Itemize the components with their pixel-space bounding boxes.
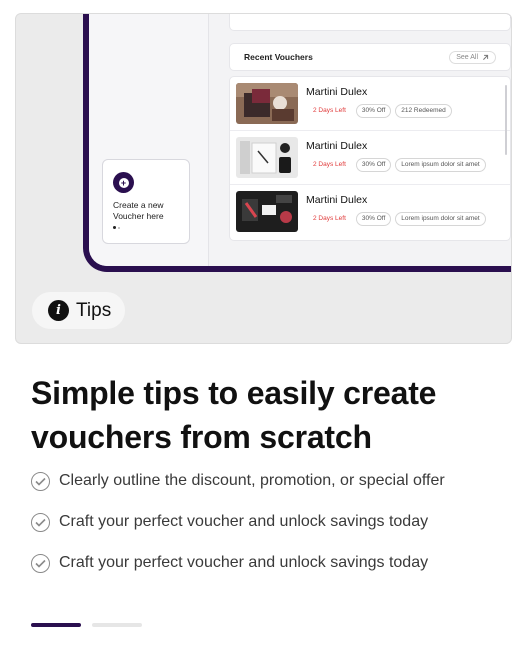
voucher-tags: 2 Days Left 30% Off Lorem ipsum dolor si… (306, 158, 486, 172)
info-icon: i (48, 300, 69, 321)
create-voucher-card[interactable]: + Create a new Voucher here (102, 159, 190, 244)
arrow-up-right-icon (483, 54, 489, 60)
tips-badge: i Tips (32, 292, 126, 329)
info-badge: Lorem ipsum dolor sit amet (395, 212, 486, 226)
list-item-text: Craft your perfect voucher and unlock sa… (59, 513, 429, 530)
voucher-row[interactable]: Martini Dulex 2 Days Left 30% Off 212 Re… (230, 77, 510, 155)
check-circle-icon (31, 471, 50, 491)
list-item: Craft your perfect voucher and unlock sa… (31, 551, 445, 575)
voucher-thumbnail (236, 83, 298, 124)
device-screen: + Create a new Voucher here Recent Vouch… (89, 14, 511, 266)
info-badge: Lorem ipsum dolor sit amet (395, 158, 486, 172)
create-card-dots (113, 226, 179, 229)
expiry-badge: 2 Days Left (313, 215, 346, 222)
voucher-thumbnail (236, 137, 298, 178)
check-circle-icon (31, 512, 50, 532)
top-panel (229, 14, 511, 31)
voucher-name: Martini Dulex (306, 194, 368, 206)
recent-vouchers-title: Recent Vouchers (244, 52, 313, 62)
voucher-tags: 2 Days Left 30% Off 212 Redeemed (306, 104, 452, 118)
see-all-button[interactable]: See All (449, 50, 496, 64)
voucher-name: Martini Dulex (306, 86, 368, 98)
list-item: Clearly outline the discount, promotion,… (31, 469, 445, 493)
expiry-badge: 2 Days Left (313, 161, 346, 168)
check-circle-icon (31, 553, 50, 573)
list-item-text: Clearly outline the discount, promotion,… (59, 472, 445, 489)
carousel-pager (31, 623, 142, 627)
hero-illustration: + Create a new Voucher here Recent Vouch… (15, 13, 512, 344)
info-badge: 212 Redeemed (395, 104, 452, 118)
voucher-tags: 2 Days Left 30% Off Lorem ipsum dolor si… (306, 212, 486, 226)
expiry-badge: 2 Days Left (313, 107, 346, 114)
tips-list: Clearly outline the discount, promotion,… (31, 469, 445, 592)
discount-badge: 30% Off (355, 212, 392, 226)
page-title: Simple tips to easily create vouchers fr… (31, 375, 437, 455)
voucher-row[interactable]: Martini Dulex 2 Days Left 30% Off Lorem … (230, 185, 510, 239)
see-all-label: See All (456, 53, 478, 61)
discount-badge: 30% Off (355, 158, 392, 172)
voucher-list: Martini Dulex 2 Days Left 30% Off 212 Re… (229, 76, 511, 241)
recent-vouchers-header: Recent Vouchers See All (229, 43, 511, 71)
create-voucher-label: Create a new Voucher here (113, 200, 164, 221)
pager-dot[interactable] (92, 623, 142, 627)
pager-dot-active[interactable] (31, 623, 81, 627)
left-pane: + Create a new Voucher here (89, 14, 209, 266)
plus-icon: + (113, 172, 134, 193)
tips-label: Tips (76, 299, 112, 321)
voucher-row[interactable]: Martini Dulex 2 Days Left 30% Off Lorem … (230, 131, 510, 185)
device-frame: + Create a new Voucher here Recent Vouch… (83, 14, 511, 272)
discount-badge: 30% Off (355, 104, 392, 118)
list-item-text: Craft your perfect voucher and unlock sa… (59, 554, 429, 571)
voucher-thumbnail (236, 191, 298, 232)
list-item: Craft your perfect voucher and unlock sa… (31, 510, 445, 534)
voucher-name: Martini Dulex (306, 140, 368, 152)
